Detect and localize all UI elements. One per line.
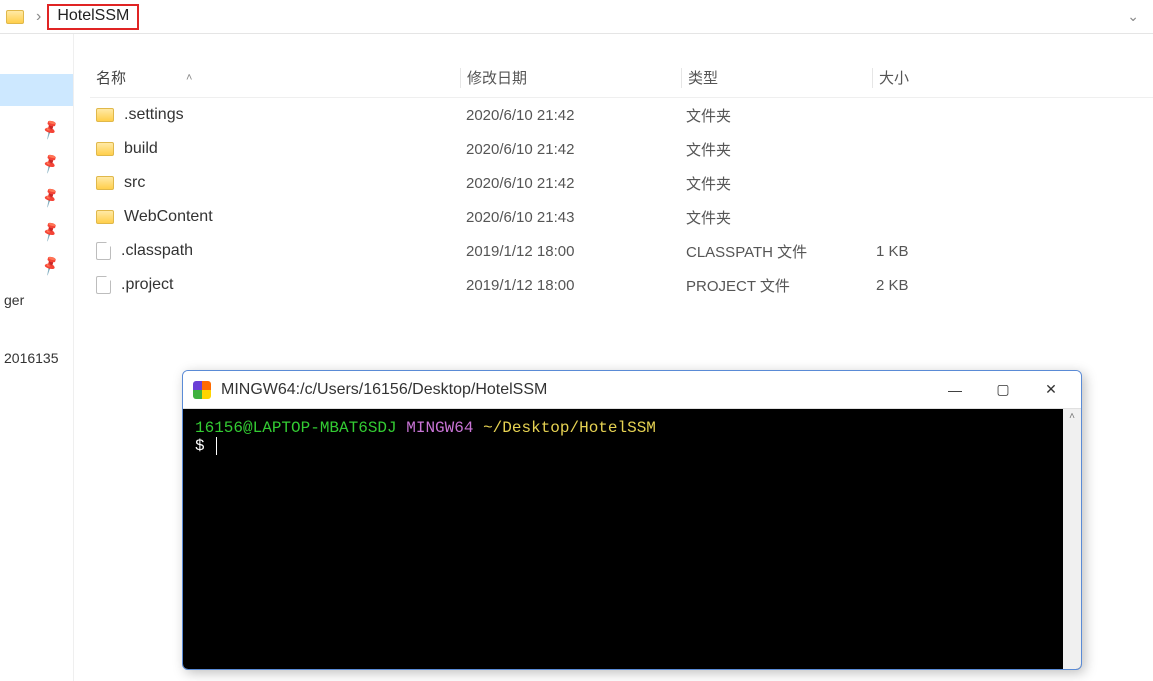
terminal-title: MINGW64:/c/Users/16156/Desktop/HotelSSM xyxy=(221,381,547,399)
file-row[interactable]: .classpath 2019/1/12 18:00CLASSPATH 文件1 K… xyxy=(90,234,1153,268)
close-button[interactable]: ✕ xyxy=(1027,371,1075,409)
file-row[interactable]: src 2020/6/10 21:42文件夹 xyxy=(90,166,1153,200)
terminal-prompt-symbol: $ xyxy=(195,437,205,455)
minimize-button[interactable]: — xyxy=(931,371,979,409)
file-type: CLASSPATH 文件 xyxy=(680,241,870,262)
file-name: build xyxy=(124,140,158,158)
sidebar-item-label[interactable]: 2016135 xyxy=(0,340,73,370)
file-size: 2 KB xyxy=(870,277,990,294)
file-row[interactable]: build 2020/6/10 21:42文件夹 xyxy=(90,132,1153,166)
file-name: WebContent xyxy=(124,208,213,226)
chevron-right-icon: › xyxy=(36,8,41,26)
folder-icon xyxy=(96,176,114,190)
file-date: 2020/6/10 21:43 xyxy=(460,209,680,226)
column-header-label: 名称 xyxy=(96,67,126,88)
pin-icon: 📌 xyxy=(38,219,62,242)
sort-ascending-icon: ˄ xyxy=(186,72,192,84)
file-date: 2020/6/10 21:42 xyxy=(460,141,680,158)
chevron-down-icon[interactable]: ⌄ xyxy=(1119,8,1147,25)
sidebar-quick-access-item[interactable]: 📌 xyxy=(0,214,73,248)
terminal-cursor xyxy=(216,437,217,455)
column-header-name[interactable]: 名称 ˄ xyxy=(90,67,460,88)
file-name: .classpath xyxy=(121,242,193,260)
file-type: PROJECT 文件 xyxy=(680,275,870,296)
column-header-label: 修改日期 xyxy=(467,70,527,87)
file-date: 2020/6/10 21:42 xyxy=(460,175,680,192)
folder-icon xyxy=(96,142,114,156)
file-date: 2020/6/10 21:42 xyxy=(460,107,680,124)
file-icon xyxy=(96,242,111,260)
file-rows: .settings2020/6/10 21:42文件夹build2020/6/1… xyxy=(90,98,1153,302)
terminal-user: 16156@LAPTOP-MBAT6SDJ xyxy=(195,419,397,437)
file-type: 文件夹 xyxy=(680,105,870,126)
folder-icon xyxy=(6,10,24,24)
file-icon xyxy=(96,276,111,294)
terminal-path: ~/Desktop/HotelSSM xyxy=(483,419,656,437)
file-name: .settings xyxy=(124,106,184,124)
pin-icon: 📌 xyxy=(38,117,62,140)
scroll-up-icon[interactable]: ˄ xyxy=(1063,411,1081,422)
git-bash-icon xyxy=(193,381,211,399)
pin-icon: 📌 xyxy=(38,185,62,208)
terminal-env: MINGW64 xyxy=(406,419,473,437)
file-row[interactable]: .settings 2020/6/10 21:42文件夹 xyxy=(90,98,1153,132)
file-type: 文件夹 xyxy=(680,207,870,228)
terminal-titlebar[interactable]: MINGW64:/c/Users/16156/Desktop/HotelSSM … xyxy=(183,371,1081,409)
file-type: 文件夹 xyxy=(680,173,870,194)
file-row[interactable]: WebContent 2020/6/10 21:43文件夹 xyxy=(90,200,1153,234)
sidebar-quick-access-item[interactable]: 📌 xyxy=(0,180,73,214)
sidebar-quick-access-item[interactable]: 📌 xyxy=(0,146,73,180)
column-header-label: 大小 xyxy=(879,70,909,87)
column-header-type[interactable]: 类型 xyxy=(682,67,872,88)
terminal-window: MINGW64:/c/Users/16156/Desktop/HotelSSM … xyxy=(182,370,1082,670)
pin-icon: 📌 xyxy=(38,151,62,174)
file-date: 2019/1/12 18:00 xyxy=(460,243,680,260)
file-type: 文件夹 xyxy=(680,139,870,160)
terminal-scrollbar[interactable]: ˄ xyxy=(1063,409,1081,669)
file-row[interactable]: .project 2019/1/12 18:00PROJECT 文件2 KB xyxy=(90,268,1153,302)
folder-icon xyxy=(96,210,114,224)
terminal-body[interactable]: 16156@LAPTOP-MBAT6SDJ MINGW64 ~/Desktop/… xyxy=(183,409,1063,669)
nav-sidebar: 📌 📌 📌 📌 📌 ger 2016135 xyxy=(0,34,74,681)
column-header-label: 类型 xyxy=(688,70,718,87)
sidebar-quick-access-item[interactable]: 📌 xyxy=(0,248,73,282)
file-date: 2019/1/12 18:00 xyxy=(460,277,680,294)
sidebar-quick-access-item[interactable]: 📌 xyxy=(0,112,73,146)
column-header-date[interactable]: 修改日期 xyxy=(461,67,681,88)
folder-icon xyxy=(96,108,114,122)
file-name: src xyxy=(124,174,145,192)
column-header-size[interactable]: 大小 xyxy=(873,67,993,88)
column-headers: 名称 ˄ 修改日期 类型 大小 xyxy=(90,58,1153,98)
pin-icon: 📌 xyxy=(38,253,62,276)
maximize-button[interactable]: ▢ xyxy=(979,371,1027,409)
address-bar[interactable]: › HotelSSM ⌄ xyxy=(0,0,1153,34)
breadcrumb-current[interactable]: HotelSSM xyxy=(47,4,139,30)
file-name: .project xyxy=(121,276,173,294)
sidebar-selected-item[interactable] xyxy=(0,74,73,106)
file-size: 1 KB xyxy=(870,243,990,260)
sidebar-item-label[interactable]: ger xyxy=(0,282,73,312)
